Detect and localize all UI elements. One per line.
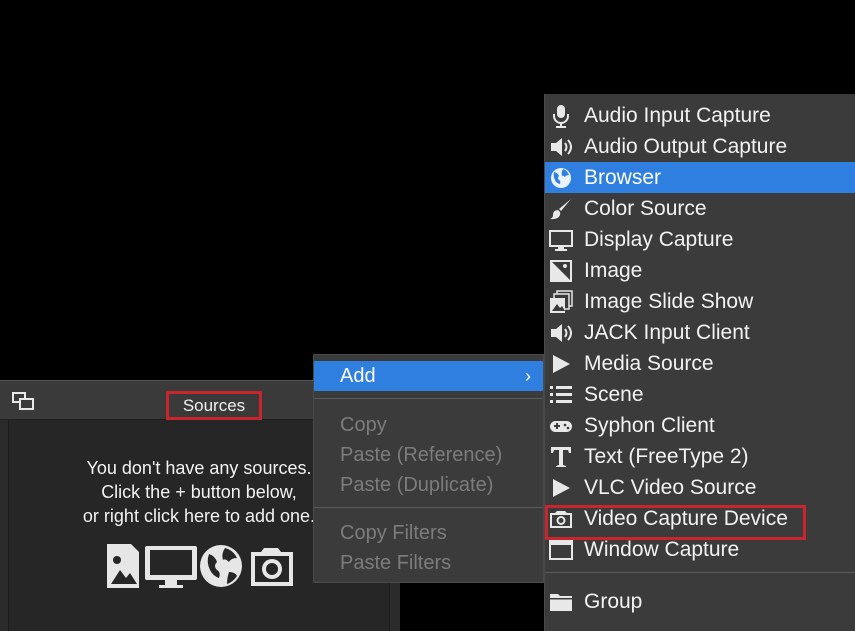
submenu-item-label: Text (FreeType 2) (584, 445, 749, 468)
globe-icon (551, 168, 571, 188)
menu-item-paste-duplicate[interactable]: Paste (Duplicate) (314, 470, 543, 500)
monitor-icon (549, 230, 573, 251)
submenu-item-vlc-video-source[interactable]: VLC Video Source (545, 472, 855, 503)
speaker-icon (551, 324, 572, 342)
submenu-item-label: Image (584, 259, 643, 282)
list-icon (550, 386, 572, 403)
submenu-item-label: Audio Output Capture (584, 135, 788, 158)
context-menu: Add › Copy Paste (Reference) Paste (Dupl… (313, 354, 544, 583)
menu-item-copy-filters[interactable]: Copy Filters (314, 518, 543, 548)
camera-icon (251, 548, 293, 586)
window-icon (549, 540, 573, 560)
monitor-icon (145, 546, 197, 588)
submenu-item-label: Browser (584, 166, 662, 189)
submenu-item-jack-input-client[interactable]: JACK Input Client (545, 317, 855, 348)
submenu-item-display-capture[interactable]: Display Capture (545, 224, 855, 255)
submenu-item-label: Image Slide Show (584, 290, 754, 313)
menu-item-add[interactable]: Add › (314, 361, 543, 391)
folder-icon (550, 594, 572, 611)
submenu-item-text-freetype2[interactable]: Text (FreeType 2) (545, 441, 855, 472)
text-icon (551, 447, 571, 467)
submenu-item-label: Group (584, 590, 643, 613)
submenu-separator (545, 572, 855, 573)
submenu-item-scene[interactable]: Scene (545, 379, 855, 410)
play-icon (553, 479, 570, 497)
microphone-icon (553, 105, 569, 128)
empty-source-icons (107, 544, 293, 588)
image-file-icon (107, 544, 139, 588)
dock-title: Sources (166, 391, 262, 420)
submenu-item-audio-output-capture[interactable]: Audio Output Capture (545, 131, 855, 162)
brush-icon (550, 199, 571, 220)
submenu-item-media-source[interactable]: Media Source (545, 348, 855, 379)
image-icon (550, 260, 572, 282)
chevron-right-icon: › (525, 366, 531, 386)
menu-item-paste-reference[interactable]: Paste (Reference) (314, 440, 543, 470)
menu-separator (314, 507, 543, 508)
slideshow-icon (550, 290, 573, 313)
submenu-item-color-source[interactable]: Color Source (545, 193, 855, 224)
highlight-annotation-box (545, 505, 806, 540)
menu-item-add-label: Add (340, 365, 376, 387)
globe-icon (200, 545, 242, 587)
menu-item-paste-filters[interactable]: Paste Filters (314, 548, 543, 578)
submenu-item-label: Scene (584, 383, 644, 406)
float-dock-icon[interactable] (12, 392, 34, 410)
submenu-item-label: Display Capture (584, 228, 734, 251)
speaker-icon (551, 138, 572, 156)
submenu-item-group[interactable]: Group (545, 586, 855, 617)
gamepad-icon (550, 421, 572, 432)
menu-separator (314, 398, 543, 399)
submenu-item-label: VLC Video Source (584, 476, 757, 499)
add-submenu: Audio Input Capture Audio Output Capture… (544, 94, 855, 631)
menu-item-copy[interactable]: Copy (314, 410, 543, 440)
submenu-item-syphon-client[interactable]: Syphon Client (545, 410, 855, 441)
submenu-item-label: Audio Input Capture (584, 104, 771, 127)
play-icon (553, 355, 570, 373)
submenu-item-audio-input-capture[interactable]: Audio Input Capture (545, 100, 855, 131)
submenu-item-image-slide-show[interactable]: Image Slide Show (545, 286, 855, 317)
submenu-item-label: Media Source (584, 352, 714, 375)
submenu-item-browser[interactable]: Browser (545, 162, 855, 193)
submenu-item-label: Syphon Client (584, 414, 715, 437)
submenu-item-image[interactable]: Image (545, 255, 855, 286)
submenu-item-label: JACK Input Client (584, 321, 750, 344)
submenu-item-label: Color Source (584, 197, 707, 220)
